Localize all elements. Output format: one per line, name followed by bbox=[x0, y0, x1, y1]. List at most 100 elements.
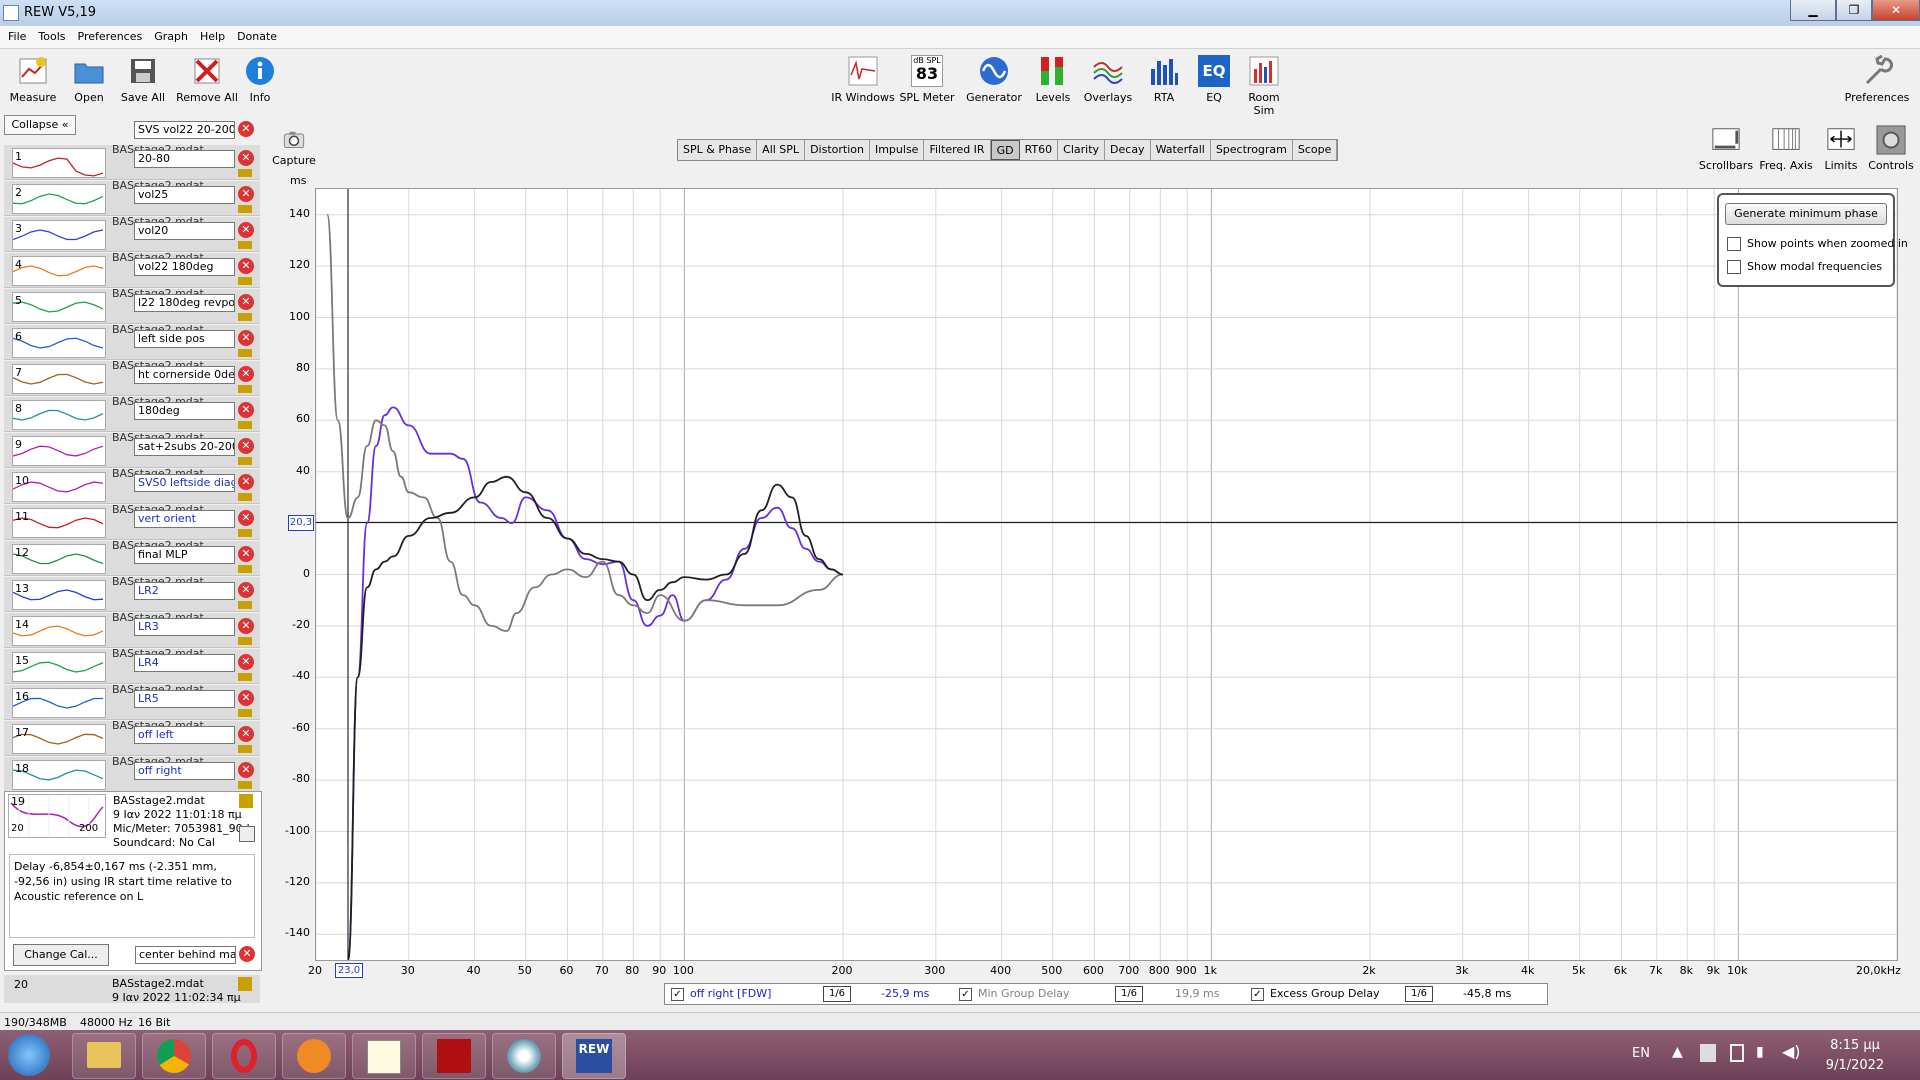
edit-icon[interactable] bbox=[238, 385, 252, 393]
controls-button[interactable]: Controls bbox=[1866, 125, 1916, 172]
paint-taskbar-icon[interactable] bbox=[492, 1033, 556, 1079]
menu-file[interactable]: File bbox=[0, 26, 30, 43]
edit-icon[interactable] bbox=[238, 241, 252, 249]
edit-icon[interactable] bbox=[238, 493, 252, 501]
flag-icon[interactable] bbox=[1700, 1044, 1716, 1062]
legend-item-min-gd[interactable]: ✓ Min Group Delay bbox=[959, 987, 1070, 1001]
remove-measurement-icon[interactable]: ✕ bbox=[238, 330, 254, 346]
edit-icon[interactable] bbox=[238, 421, 252, 429]
overlays-button[interactable]: Overlays bbox=[1082, 55, 1134, 104]
edit-icon[interactable] bbox=[238, 709, 252, 717]
start-button[interactable] bbox=[8, 1034, 50, 1076]
remove-selected-icon[interactable]: ✕ bbox=[239, 946, 255, 962]
measurement-name-input[interactable]: ht cornerside 0deg bbox=[134, 366, 235, 384]
measurement-row[interactable]: 17BASstage2.mdatoff left✕ bbox=[4, 719, 260, 756]
measurement-name-input[interactable]: LR3 bbox=[134, 618, 235, 636]
remove-measurement-icon[interactable]: ✕ bbox=[238, 258, 254, 274]
measurement-row[interactable]: 1BASstage2.mdat20-80✕ bbox=[4, 143, 260, 180]
remove-top-icon[interactable]: ✕ bbox=[238, 121, 254, 137]
legend-item-off-right[interactable]: ✓ off right [FDW] bbox=[671, 987, 771, 1001]
measurement-name-input[interactable]: SVS0 leftside diag bbox=[134, 474, 235, 492]
scrollbars-button[interactable]: Scrollbars bbox=[1696, 125, 1756, 172]
spl-meter-button[interactable]: dB SPL 83 SPL Meter bbox=[899, 55, 955, 104]
measurement-row[interactable]: 5BASstage2.mdatl22 180deg revpos✕ bbox=[4, 287, 260, 324]
measurement-name-input[interactable]: sat+2subs 20-200 bbox=[134, 438, 235, 456]
edit-icon[interactable] bbox=[239, 794, 253, 808]
measurement-name-input[interactable]: vert orient bbox=[134, 510, 235, 528]
measurement-row[interactable]: 3BASstage2.mdatvol20✕ bbox=[4, 215, 260, 252]
measurement-name-input[interactable]: LR4 bbox=[134, 654, 235, 672]
remove-measurement-icon[interactable]: ✕ bbox=[238, 366, 254, 382]
brave-taskbar-icon[interactable] bbox=[282, 1033, 346, 1079]
rew-taskbar-icon[interactable]: REW bbox=[562, 1033, 626, 1079]
measurement-row[interactable]: 12BASstage2.mdatfinal MLP✕ bbox=[4, 539, 260, 576]
edit-icon[interactable] bbox=[238, 169, 252, 177]
tab-filtered-ir[interactable]: Filtered IR bbox=[924, 140, 991, 160]
remove-measurement-icon[interactable]: ✕ bbox=[238, 186, 254, 202]
generator-button[interactable]: Generator bbox=[963, 55, 1025, 104]
edit-icon[interactable] bbox=[238, 781, 252, 789]
show-points-option[interactable]: Show points when zoomed in bbox=[1727, 237, 1908, 251]
tab-distortion[interactable]: Distortion bbox=[805, 140, 870, 160]
freq-axis-button[interactable]: Freq. Axis bbox=[1756, 125, 1816, 172]
ir-windows-button[interactable]: IR Windows bbox=[830, 55, 896, 104]
top-measurement-name[interactable]: SVS vol22 20-200 bbox=[134, 121, 235, 139]
info-button[interactable]: Info bbox=[244, 55, 276, 104]
levels-button[interactable]: Levels bbox=[1030, 55, 1076, 104]
measurement-row[interactable]: 9BASstage2.mdatsat+2subs 20-200✕ bbox=[4, 431, 260, 468]
open-button[interactable]: Open bbox=[64, 55, 114, 104]
smoothing-2[interactable]: 1/6 bbox=[1115, 986, 1143, 1002]
tray-arrow-icon[interactable]: ▲ bbox=[1672, 1044, 1683, 1060]
measurement-name-input[interactable]: 20-80 bbox=[134, 150, 235, 168]
edit-icon[interactable] bbox=[238, 529, 252, 537]
measurement-name-input[interactable]: vol22 180deg bbox=[134, 258, 235, 276]
tab-scope[interactable]: Scope bbox=[1293, 140, 1338, 160]
collapse-button[interactable]: Collapse « bbox=[4, 115, 76, 135]
menu-donate[interactable]: Donate bbox=[229, 26, 281, 43]
edit-icon[interactable] bbox=[238, 977, 252, 991]
remove-measurement-icon[interactable]: ✕ bbox=[238, 510, 254, 526]
language-indicator[interactable]: EN bbox=[1632, 1046, 1650, 1061]
measurement-row[interactable]: 7BASstage2.mdatht cornerside 0deg✕ bbox=[4, 359, 260, 396]
measurement-name-input[interactable]: vol20 bbox=[134, 222, 235, 240]
measurement-name-input[interactable]: vol25 bbox=[134, 186, 235, 204]
notepad-taskbar-icon[interactable] bbox=[352, 1033, 416, 1079]
remove-measurement-icon[interactable]: ✕ bbox=[238, 402, 254, 418]
menu-preferences[interactable]: Preferences bbox=[70, 26, 147, 43]
remove-measurement-icon[interactable]: ✕ bbox=[238, 150, 254, 166]
close-button[interactable]: ✕ bbox=[1872, 0, 1920, 21]
measurement-row[interactable]: 15BASstage2.mdatLR4✕ bbox=[4, 647, 260, 684]
generate-min-phase-button[interactable]: Generate minimum phase bbox=[1725, 203, 1887, 225]
edit-icon[interactable] bbox=[238, 349, 252, 357]
measurement-row[interactable]: 13BASstage2.mdatLR2✕ bbox=[4, 575, 260, 612]
volume-icon[interactable]: ◀) bbox=[1782, 1042, 1801, 1061]
remove-measurement-icon[interactable]: ✕ bbox=[238, 474, 254, 490]
explorer-taskbar-icon[interactable] bbox=[72, 1033, 136, 1079]
menu-help[interactable]: Help bbox=[192, 26, 229, 43]
measurement-row-20[interactable]: 20 BASstage2.mdat 9 Ιαν 2022 11:02:34 πμ bbox=[4, 975, 260, 1003]
graph-area[interactable] bbox=[315, 188, 1898, 961]
measurement-name-input[interactable]: LR2 bbox=[134, 582, 235, 600]
show-points-checkbox[interactable] bbox=[1727, 237, 1741, 251]
measurement-name-input[interactable]: final MLP bbox=[134, 546, 235, 564]
save-all-button[interactable]: Save All bbox=[116, 55, 170, 104]
menu-graph[interactable]: Graph bbox=[146, 26, 192, 43]
measurement-name-input[interactable]: LR5 bbox=[134, 690, 235, 708]
network-icon[interactable]: ▮ bbox=[1756, 1044, 1764, 1060]
legend-checkbox-1[interactable]: ✓ bbox=[671, 987, 684, 1001]
tab-waterfall[interactable]: Waterfall bbox=[1151, 140, 1211, 160]
remove-measurement-icon[interactable]: ✕ bbox=[238, 582, 254, 598]
selected-name-input[interactable]: center behind mains bbox=[135, 946, 236, 964]
measurement-row[interactable]: 6BASstage2.mdatleft side pos✕ bbox=[4, 323, 260, 360]
measurement-row[interactable]: 10BASstage2.mdatSVS0 leftside diag✕ bbox=[4, 467, 260, 504]
measurement-row[interactable]: 8BASstage2.mdat180deg✕ bbox=[4, 395, 260, 432]
cal-icon[interactable] bbox=[239, 826, 255, 842]
gd-chart[interactable] bbox=[316, 189, 1897, 960]
maximize-button[interactable]: ❐ bbox=[1836, 0, 1872, 21]
tab-rt60[interactable]: RT60 bbox=[1020, 140, 1059, 160]
measurement-name-input[interactable]: off left bbox=[134, 726, 235, 744]
remove-measurement-icon[interactable]: ✕ bbox=[238, 222, 254, 238]
remove-measurement-icon[interactable]: ✕ bbox=[238, 690, 254, 706]
tab-spl-phase[interactable]: SPL & Phase bbox=[678, 140, 758, 160]
show-modal-option[interactable]: Show modal frequencies bbox=[1727, 260, 1882, 274]
